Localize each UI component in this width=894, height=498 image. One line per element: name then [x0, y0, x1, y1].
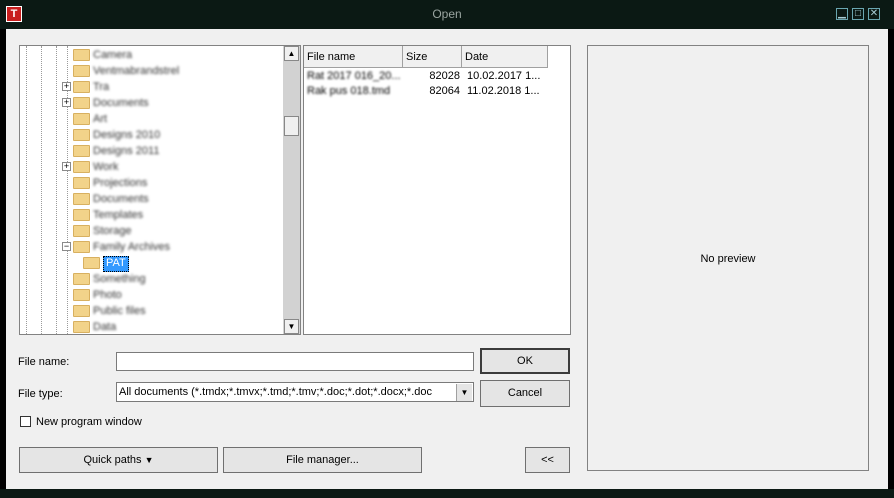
scroll-thumb[interactable]: [284, 116, 299, 136]
tree-item[interactable]: + Work: [20, 159, 280, 175]
folder-icon: [73, 193, 90, 205]
tree-item-label: Designs 2011: [93, 145, 160, 157]
scroll-down-icon[interactable]: ▼: [284, 319, 299, 334]
folder-icon: [73, 289, 90, 301]
toggle-preview-button[interactable]: <<: [525, 447, 570, 473]
expand-icon[interactable]: +: [62, 82, 71, 91]
tree-item-label: Ventmabrandstrel: [93, 65, 180, 77]
tree-item[interactable]: − Family Archives: [20, 239, 280, 255]
file-size: 82028: [429, 70, 460, 82]
file-list[interactable]: File name Size Date Rat 2017 016_20... 8…: [303, 45, 571, 335]
file-manager-button[interactable]: File manager...: [223, 447, 422, 473]
folder-icon: [73, 241, 90, 253]
file-type-label: File type:: [18, 388, 63, 400]
tree-item[interactable]: Data: [20, 319, 280, 334]
window-bottom-edge: [0, 489, 894, 498]
tree-item[interactable]: + Tra: [20, 79, 280, 95]
folder-icon: [73, 177, 90, 189]
tree-item[interactable]: Designs 2010: [20, 127, 280, 143]
file-row[interactable]: Rat 2017 016_20... 82028 10.02.2017 1...: [304, 69, 570, 84]
folder-icon: [73, 113, 90, 125]
tree-scrollbar[interactable]: ▲ ▼: [282, 46, 300, 334]
folder-icon: [73, 321, 90, 333]
new-window-checkbox[interactable]: [20, 416, 31, 427]
file-name: Rat 2017 016_20...: [307, 70, 401, 82]
new-window-label[interactable]: New program window: [36, 416, 142, 428]
tree-item-label: Projections: [93, 177, 148, 189]
folder-icon: [83, 257, 100, 269]
title-bar: T Open ▁ □ ✕: [0, 0, 894, 29]
folder-icon: [73, 65, 90, 77]
tree-item[interactable]: Designs 2011: [20, 143, 280, 159]
quick-paths-label: Quick paths: [83, 454, 142, 466]
collapse-icon[interactable]: −: [62, 242, 71, 251]
chevron-down-icon[interactable]: ▼: [456, 384, 472, 401]
tree-item[interactable]: PAT: [20, 255, 280, 272]
tree-item-label: Storage: [93, 225, 132, 237]
column-header-date[interactable]: Date: [462, 46, 548, 68]
folder-tree[interactable]: Camera Ventmabrandstrel + Tra + Documents Art D…: [19, 45, 301, 335]
expand-icon[interactable]: +: [62, 162, 71, 171]
tree-item[interactable]: Ventmabrandstrel: [20, 63, 280, 79]
file-name: Rak pus 018.tmd: [307, 85, 391, 97]
tree-item[interactable]: Documents: [20, 191, 280, 207]
window-title: Open: [432, 7, 462, 21]
tree-item-label: Something: [93, 273, 146, 285]
minimize-icon[interactable]: ▁: [836, 8, 848, 20]
scroll-up-icon[interactable]: ▲: [284, 46, 299, 61]
tree-item-label: Family Archives: [93, 241, 171, 253]
folder-icon: [73, 273, 90, 285]
tree-item-label: Templates: [93, 209, 144, 221]
folder-icon: [73, 209, 90, 221]
tree-item-label: Designs 2010: [93, 129, 161, 141]
file-date: 10.02.2017 1...: [467, 70, 541, 82]
tree-item-label: Data: [93, 321, 117, 333]
file-name-input[interactable]: [116, 352, 474, 371]
tree-item[interactable]: Templates: [20, 207, 280, 223]
ok-button[interactable]: OK: [480, 348, 570, 374]
folder-icon: [73, 161, 90, 173]
tree-item-label: Art: [93, 113, 108, 125]
column-header-file-name[interactable]: File name: [304, 46, 403, 68]
tree-item[interactable]: Art: [20, 111, 280, 127]
maximize-icon[interactable]: □: [852, 8, 864, 20]
file-type-select[interactable]: All documents (*.tmdx;*.tmvx;*.tmd;*.tmv…: [116, 382, 474, 402]
column-header-size[interactable]: Size: [403, 46, 462, 68]
close-icon[interactable]: ✕: [868, 8, 880, 20]
tree-item-label: Photo: [93, 289, 122, 301]
tree-item[interactable]: Public files: [20, 303, 280, 319]
folder-icon: [73, 81, 90, 93]
folder-icon: [73, 97, 90, 109]
tree-item-label: Tra: [93, 81, 110, 93]
dialog-body: Camera Ventmabrandstrel + Tra + Documents Art D…: [6, 29, 888, 489]
tree-item[interactable]: Storage: [20, 223, 280, 239]
tree-item-label: Documents: [93, 97, 149, 109]
file-row[interactable]: Rak pus 018.tmd 82064 11.02.2018 1...: [304, 84, 570, 99]
folder-icon: [73, 49, 90, 61]
tree-item-label: Public files: [93, 305, 146, 317]
tree-item-label: PAT: [103, 256, 129, 272]
tree-item[interactable]: Projections: [20, 175, 280, 191]
folder-icon: [73, 305, 90, 317]
folder-icon: [73, 129, 90, 141]
tree-item[interactable]: Camera: [20, 47, 280, 63]
file-size: 82064: [429, 85, 460, 97]
tree-item[interactable]: + Documents: [20, 95, 280, 111]
folder-icon: [73, 145, 90, 157]
preview-text: No preview: [700, 253, 756, 265]
tree-item-label: Documents: [93, 193, 149, 205]
tree-item-label: Work: [93, 161, 119, 173]
file-date: 11.02.2018 1...: [467, 85, 540, 97]
tree-item[interactable]: Photo: [20, 287, 280, 303]
file-type-value: All documents (*.tmdx;*.tmvx;*.tmd;*.tmv…: [119, 386, 433, 398]
tree-item[interactable]: Something: [20, 271, 280, 287]
folder-icon: [73, 225, 90, 237]
cancel-button[interactable]: Cancel: [480, 380, 570, 407]
quick-paths-button[interactable]: Quick paths ▼: [19, 447, 218, 473]
preview-pane: No preview: [587, 45, 869, 471]
dropdown-arrow-icon: ▼: [144, 455, 154, 465]
tree-item-label: Camera: [93, 49, 133, 61]
file-name-label: File name:: [18, 356, 70, 368]
expand-icon[interactable]: +: [62, 98, 71, 107]
